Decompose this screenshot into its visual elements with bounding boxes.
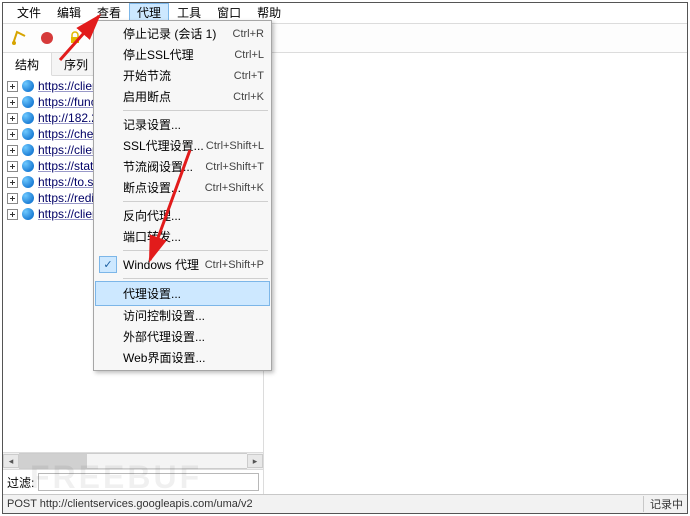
menu-item-label: 代理设置... [123,285,264,302]
menu-item-label: 节流阀设置... [123,158,205,175]
menu-separator [123,110,268,111]
expand-icon[interactable] [7,81,18,92]
menu-item-label: Web界面设置... [123,349,264,366]
globe-icon [22,112,34,124]
scroll-left-arrow[interactable]: ◂ [3,454,19,468]
menu-item-shortcut: Ctrl+Shift+L [206,140,264,152]
menu-item-shortcut: Ctrl+K [233,91,264,103]
tree-label: https://redir [38,191,98,205]
proxy-menu-item[interactable]: Web界面设置... [95,347,270,368]
expand-icon[interactable] [7,145,18,156]
record-icon[interactable] [35,26,59,50]
globe-icon [22,192,34,204]
menu-item-label: 外部代理设置... [123,328,264,345]
tree-label: http://182.2 [38,111,98,125]
globe-icon [22,144,34,156]
menu-item-0[interactable]: 文件 [9,3,49,23]
globe-icon [22,80,34,92]
menu-separator [123,278,268,279]
menu-item-shortcut: Ctrl+Shift+P [205,259,264,271]
menu-separator [123,201,268,202]
menu-item-shortcut: Ctrl+L [234,49,264,61]
globe-icon [22,128,34,140]
menu-item-1[interactable]: 编辑 [49,3,89,23]
status-right: 记录中 [643,496,683,512]
tree-label: https://funct [38,95,100,109]
menu-item-label: 开始节流 [123,67,234,84]
expand-icon[interactable] [7,177,18,188]
proxy-menu-item[interactable]: 开始节流Ctrl+T [95,65,270,86]
menu-item-label: 记录设置... [123,116,264,133]
menu-item-shortcut: Ctrl+Shift+K [205,182,264,194]
menu-item-label: Windows 代理 [123,256,205,273]
tree-label: https://clien [38,79,99,93]
tab-0[interactable]: 结构 [3,53,52,76]
menu-separator [123,250,268,251]
proxy-menu-item[interactable]: 停止记录 (会话 1)Ctrl+R [95,23,270,44]
menu-item-label: 启用断点 [123,88,233,105]
proxy-menu-item[interactable]: 代理设置... [95,281,270,306]
horizontal-scrollbar[interactable]: ◂ ▸ [3,452,263,469]
menu-item-label: 访问控制设置... [123,307,264,324]
tree-label: https://stats [38,159,99,173]
statusbar: POST http://clientservices.googleapis.co… [3,494,687,513]
expand-icon[interactable] [7,113,18,124]
menu-item-shortcut: Ctrl+T [234,70,264,82]
proxy-menu-item[interactable]: 反向代理... [95,205,270,226]
right-panel [264,53,687,494]
scroll-thumb[interactable] [19,454,87,468]
expand-icon[interactable] [7,161,18,172]
menu-item-label: 反向代理... [123,207,264,224]
proxy-menu-item[interactable]: ✓ Windows 代理Ctrl+Shift+P [95,254,270,275]
proxy-menu-item[interactable]: 断点设置...Ctrl+Shift+K [95,177,270,198]
filter-input[interactable] [38,473,259,491]
check-icon: ✓ [99,256,117,273]
proxy-menu-dropdown[interactable]: 停止记录 (会话 1)Ctrl+R停止SSL代理Ctrl+L开始节流Ctrl+T… [93,20,272,371]
proxy-menu-item[interactable]: 启用断点Ctrl+K [95,86,270,107]
filter-row: 过滤: [3,469,263,494]
proxy-menu-item[interactable]: 停止SSL代理Ctrl+L [95,44,270,65]
proxy-menu-item[interactable]: 外部代理设置... [95,326,270,347]
scroll-track[interactable] [19,453,247,469]
globe-icon [22,176,34,188]
proxy-menu-item[interactable]: 端口转发... [95,226,270,247]
proxy-menu-item[interactable]: 记录设置... [95,114,270,135]
proxy-menu-item[interactable]: 访问控制设置... [95,305,270,326]
tree-label: https://chec [38,127,99,141]
tree-label: https://to.sn [38,175,100,189]
expand-icon[interactable] [7,209,18,220]
proxy-menu-item[interactable]: 节流阀设置...Ctrl+Shift+T [95,156,270,177]
globe-icon [22,208,34,220]
expand-icon[interactable] [7,193,18,204]
clear-icon[interactable] [7,26,31,50]
proxy-menu-item[interactable]: SSL代理设置...Ctrl+Shift+L [95,135,270,156]
menu-item-shortcut: Ctrl+R [233,28,264,40]
tree-label: https://clien [38,207,99,221]
menu-item-label: 端口转发... [123,228,264,245]
ssl-icon[interactable] [63,26,87,50]
expand-icon[interactable] [7,129,18,140]
expand-icon[interactable] [7,97,18,108]
menu-item-label: SSL代理设置... [123,137,206,154]
status-left: POST http://clientservices.googleapis.co… [7,498,643,510]
menu-item-label: 停止SSL代理 [123,46,234,63]
scroll-right-arrow[interactable]: ▸ [247,454,263,468]
menu-item-label: 断点设置... [123,179,205,196]
menu-item-label: 停止记录 (会话 1) [123,25,233,42]
menu-item-shortcut: Ctrl+Shift+T [205,161,264,173]
filter-label: 过滤: [7,474,34,491]
globe-icon [22,160,34,172]
globe-icon [22,96,34,108]
